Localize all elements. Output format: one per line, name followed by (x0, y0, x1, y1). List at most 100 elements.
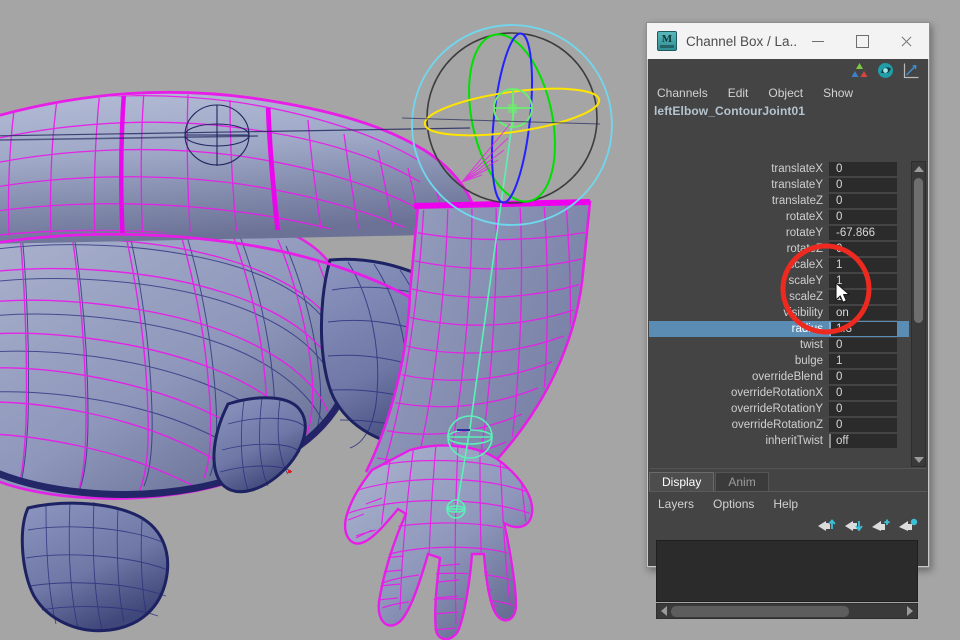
channel-name-label[interactable]: rotateX (649, 211, 829, 223)
channel-name-label[interactable]: inheritTwist (649, 435, 829, 447)
new-layer-from-selected-button[interactable] (899, 518, 918, 533)
graph-editor-icon[interactable] (903, 62, 920, 79)
channel-value-field[interactable]: 0 (829, 386, 897, 400)
menu-channels[interactable]: Channels (657, 86, 708, 100)
attribute-editor-icon[interactable] (877, 62, 894, 79)
menu-object[interactable]: Object (768, 86, 803, 100)
channel-value-field[interactable]: off (829, 434, 897, 448)
window-title: Channel Box / La... (686, 33, 797, 49)
chevron-down-icon (913, 456, 924, 463)
channel-value-field[interactable]: -67.866 (829, 226, 897, 240)
channel-value-field[interactable]: 1.3 (829, 322, 897, 336)
channel-row-bulge[interactable]: bulge 1 (649, 353, 909, 369)
channel-value-field[interactable]: 1 (829, 354, 897, 368)
minimize-icon (812, 40, 825, 42)
channel-name-label[interactable]: rotateY (649, 227, 829, 239)
channel-value-field[interactable]: 1 (829, 290, 897, 304)
channel-name-label[interactable]: visibility (649, 307, 829, 319)
channel-row-scaleX[interactable]: scaleX 1 (649, 257, 909, 273)
menu-help[interactable]: Help (773, 497, 798, 511)
tab-anim[interactable]: Anim (715, 472, 769, 491)
channel-value-field[interactable]: on (829, 306, 897, 320)
channel-name-label[interactable]: translateZ (649, 195, 829, 207)
channel-vertical-scrollbar[interactable] (911, 161, 926, 467)
channel-value-field[interactable]: 0 (829, 194, 897, 208)
channel-name-label[interactable]: scaleX (649, 259, 829, 271)
channel-row-list[interactable]: translateX 0 translateY 0 translateZ 0 rotateX… (649, 161, 909, 467)
channel-value-field[interactable]: 0 (829, 402, 897, 416)
close-button[interactable] (885, 24, 929, 59)
channel-row-translateY[interactable]: translateY 0 (649, 177, 909, 193)
channel-value-field[interactable]: 0 (829, 242, 897, 256)
scrollbar-thumb[interactable] (914, 178, 923, 323)
channel-name-label[interactable]: overrideRotationX (649, 387, 829, 399)
channel-row-translateX[interactable]: translateX 0 (649, 161, 909, 177)
minimize-button[interactable] (796, 24, 840, 59)
channel-name-label[interactable]: rotateZ (649, 243, 829, 255)
channel-value-field[interactable]: 0 (829, 338, 897, 352)
channel-row-overrideRotationX[interactable]: overrideRotationX 0 (649, 385, 909, 401)
channel-value-field[interactable]: 0 (829, 418, 897, 432)
channel-name-label[interactable]: bulge (649, 355, 829, 367)
maximize-button[interactable] (841, 24, 885, 59)
channel-name-label[interactable]: scaleY (649, 275, 829, 287)
scroll-left-icon[interactable] (661, 606, 667, 616)
window-titlebar[interactable]: M Channel Box / La... (647, 23, 929, 60)
channel-row-rotateX[interactable]: rotateX 0 (649, 209, 909, 225)
channel-name-label[interactable]: twist (649, 339, 829, 351)
channel-value-field[interactable]: 0 (829, 370, 897, 384)
maya-m-icon: M (657, 31, 677, 51)
chevron-up-icon (913, 165, 924, 172)
move-layer-down-button[interactable] (845, 518, 864, 533)
menu-edit[interactable]: Edit (728, 86, 749, 100)
channel-value-field[interactable]: 0 (829, 210, 897, 224)
move-layer-up-button[interactable] (818, 518, 837, 533)
channel-name-label[interactable]: overrideRotationZ (649, 419, 829, 431)
scroll-right-icon[interactable] (907, 606, 913, 616)
channel-name-label[interactable]: radius (649, 323, 829, 335)
scroll-down-button[interactable] (912, 453, 925, 466)
layer-buttons[interactable] (818, 515, 918, 535)
channel-row-overrideBlend[interactable]: overrideBlend 0 (649, 369, 909, 385)
channel-row-scaleZ[interactable]: scaleZ 1 (649, 289, 909, 305)
channel-name-label[interactable]: overrideBlend (649, 371, 829, 383)
layer-editor-menubar[interactable]: Layers Options Help (649, 494, 798, 514)
channel-row-twist[interactable]: twist 0 (649, 337, 909, 353)
close-icon (900, 35, 913, 48)
channel-value-field[interactable]: 0 (829, 178, 897, 192)
menu-layers[interactable]: Layers (658, 497, 694, 511)
hscrollbar-thumb[interactable] (671, 605, 849, 617)
channel-box-window[interactable]: M Channel Box / La... Channels Edit Obje… (646, 22, 930, 619)
layer-editor-tabs[interactable]: Display Anim (649, 469, 927, 492)
channel-row-rotateZ[interactable]: rotateZ 0 (649, 241, 909, 257)
channel-row-radius[interactable]: radius 1.3 (649, 321, 909, 337)
channel-row-overrideRotationY[interactable]: overrideRotationY 0 (649, 401, 909, 417)
channel-name-label[interactable]: translateY (649, 179, 829, 191)
channel-row-scaleY[interactable]: scaleY 1 (649, 273, 909, 289)
menu-show[interactable]: Show (823, 86, 853, 100)
maximize-icon (856, 34, 870, 48)
channel-value-field[interactable]: 1 (829, 274, 897, 288)
node-name-label: leftElbow_ContourJoint01 (654, 104, 806, 118)
panel-toolbar (648, 59, 928, 82)
channel-row-rotateY[interactable]: rotateY -67.866 (649, 225, 909, 241)
channel-row-inheritTwist[interactable]: inheritTwist off (649, 433, 909, 449)
channel-value-field[interactable]: 0 (829, 162, 897, 176)
channel-name-label[interactable]: translateX (649, 163, 829, 175)
menu-options[interactable]: Options (713, 497, 754, 511)
layer-list-area[interactable] (656, 540, 918, 602)
channel-row-translateZ[interactable]: translateZ 0 (649, 193, 909, 209)
channel-name-label[interactable]: scaleZ (649, 291, 829, 303)
layer-horizontal-scrollbar[interactable] (656, 603, 918, 619)
tab-display[interactable]: Display (649, 472, 715, 491)
channel-box-panel: Channels Edit Object Show leftElbow_Cont… (648, 59, 928, 619)
channel-name-label[interactable]: overrideRotationY (649, 403, 829, 415)
channel-box-menubar[interactable]: Channels Edit Object Show (648, 82, 928, 103)
channel-row-overrideRotationZ[interactable]: overrideRotationZ 0 (649, 417, 909, 433)
channel-box-icon[interactable] (851, 62, 868, 79)
channel-value-field[interactable]: 1 (829, 258, 897, 272)
new-layer-button[interactable] (872, 518, 891, 533)
scroll-up-button[interactable] (912, 162, 925, 175)
channel-table[interactable]: translateX 0 translateY 0 translateZ 0 rotateX… (649, 161, 927, 467)
channel-row-visibility[interactable]: visibility on (649, 305, 909, 321)
